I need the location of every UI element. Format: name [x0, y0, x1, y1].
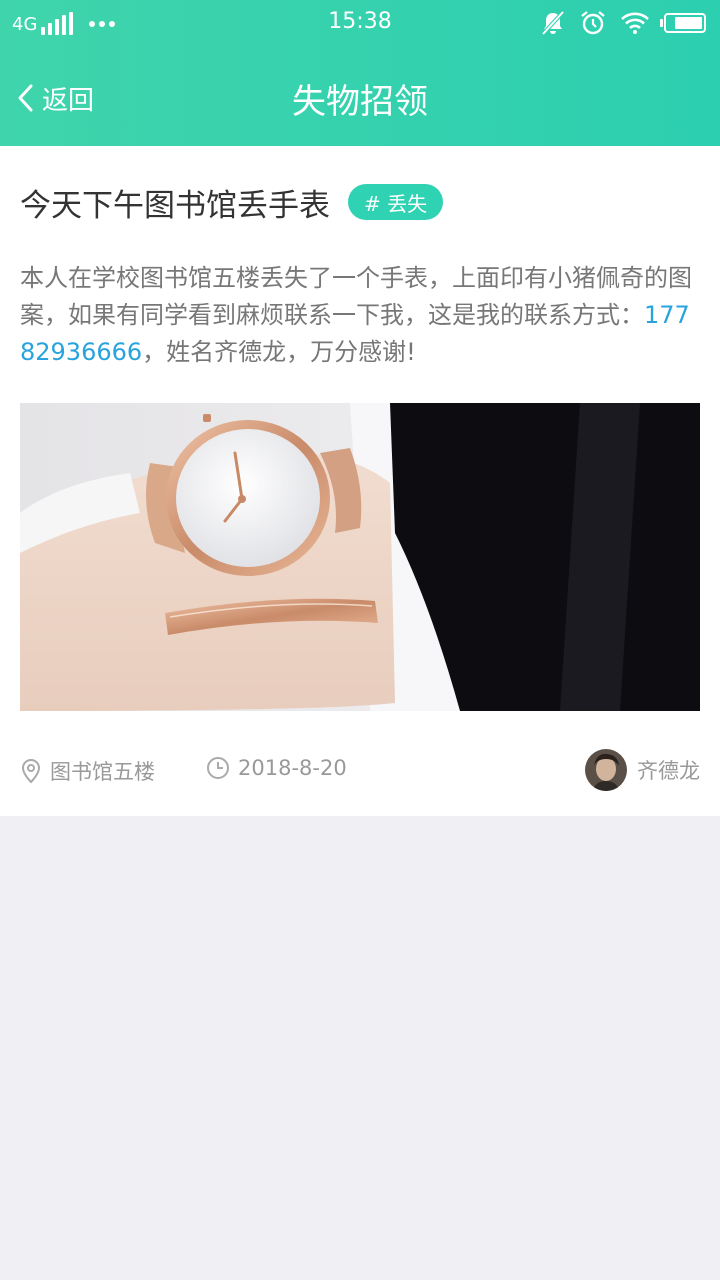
watch-photo-illustration: [20, 403, 700, 711]
wifi-icon: [621, 12, 649, 34]
status-right: [540, 9, 706, 37]
post-photo[interactable]: [20, 403, 700, 711]
battery-level: [674, 17, 702, 29]
app-header: 4G 15:38 返回 失物招领: [0, 0, 720, 146]
mute-icon: [541, 10, 565, 36]
post-body-ending: ，姓名齐德龙，万分感谢!: [142, 338, 416, 366]
battery-icon: [660, 13, 706, 33]
alarm-icon: [581, 11, 605, 35]
post-meta: 图书馆五楼 2018-8-20 齐德龙: [20, 748, 700, 792]
clock-icon: [207, 757, 229, 779]
avatar[interactable]: [585, 749, 627, 791]
navbar: 返回 失物招领: [0, 48, 720, 146]
date-text: 2018-8-20: [238, 756, 347, 780]
post-title: 今天下午图书馆丢手表: [20, 187, 330, 224]
status-tag[interactable]: # 丢失: [348, 184, 444, 220]
location-text: 图书馆五楼: [50, 760, 155, 784]
status-bar: 4G 15:38: [0, 0, 720, 48]
post-body: 本人在学校图书馆五楼丢失了一个手表，上面印有小猪佩奇的图案，如果有同学看到麻烦联…: [20, 260, 700, 371]
location-pin-icon: [21, 758, 41, 784]
post-body-text: 本人在学校图书馆五楼丢失了一个手表，上面印有小猪佩奇的图案，如果有同学看到麻烦联…: [20, 264, 692, 329]
date-meta: 2018-8-20: [206, 756, 347, 780]
author-name: 齐德龙: [637, 759, 700, 783]
author[interactable]: 齐德龙: [585, 748, 700, 792]
post-title-row: 今天下午图书馆丢手表 # 丢失: [20, 182, 444, 224]
page-title: 失物招领: [292, 82, 428, 122]
avatar-image: [585, 749, 627, 791]
post-card: 今天下午图书馆丢手表 # 丢失 本人在学校图书馆五楼丢失了一个手表，上面印有小猪…: [0, 146, 720, 816]
location-meta: 图书馆五楼: [20, 756, 155, 786]
